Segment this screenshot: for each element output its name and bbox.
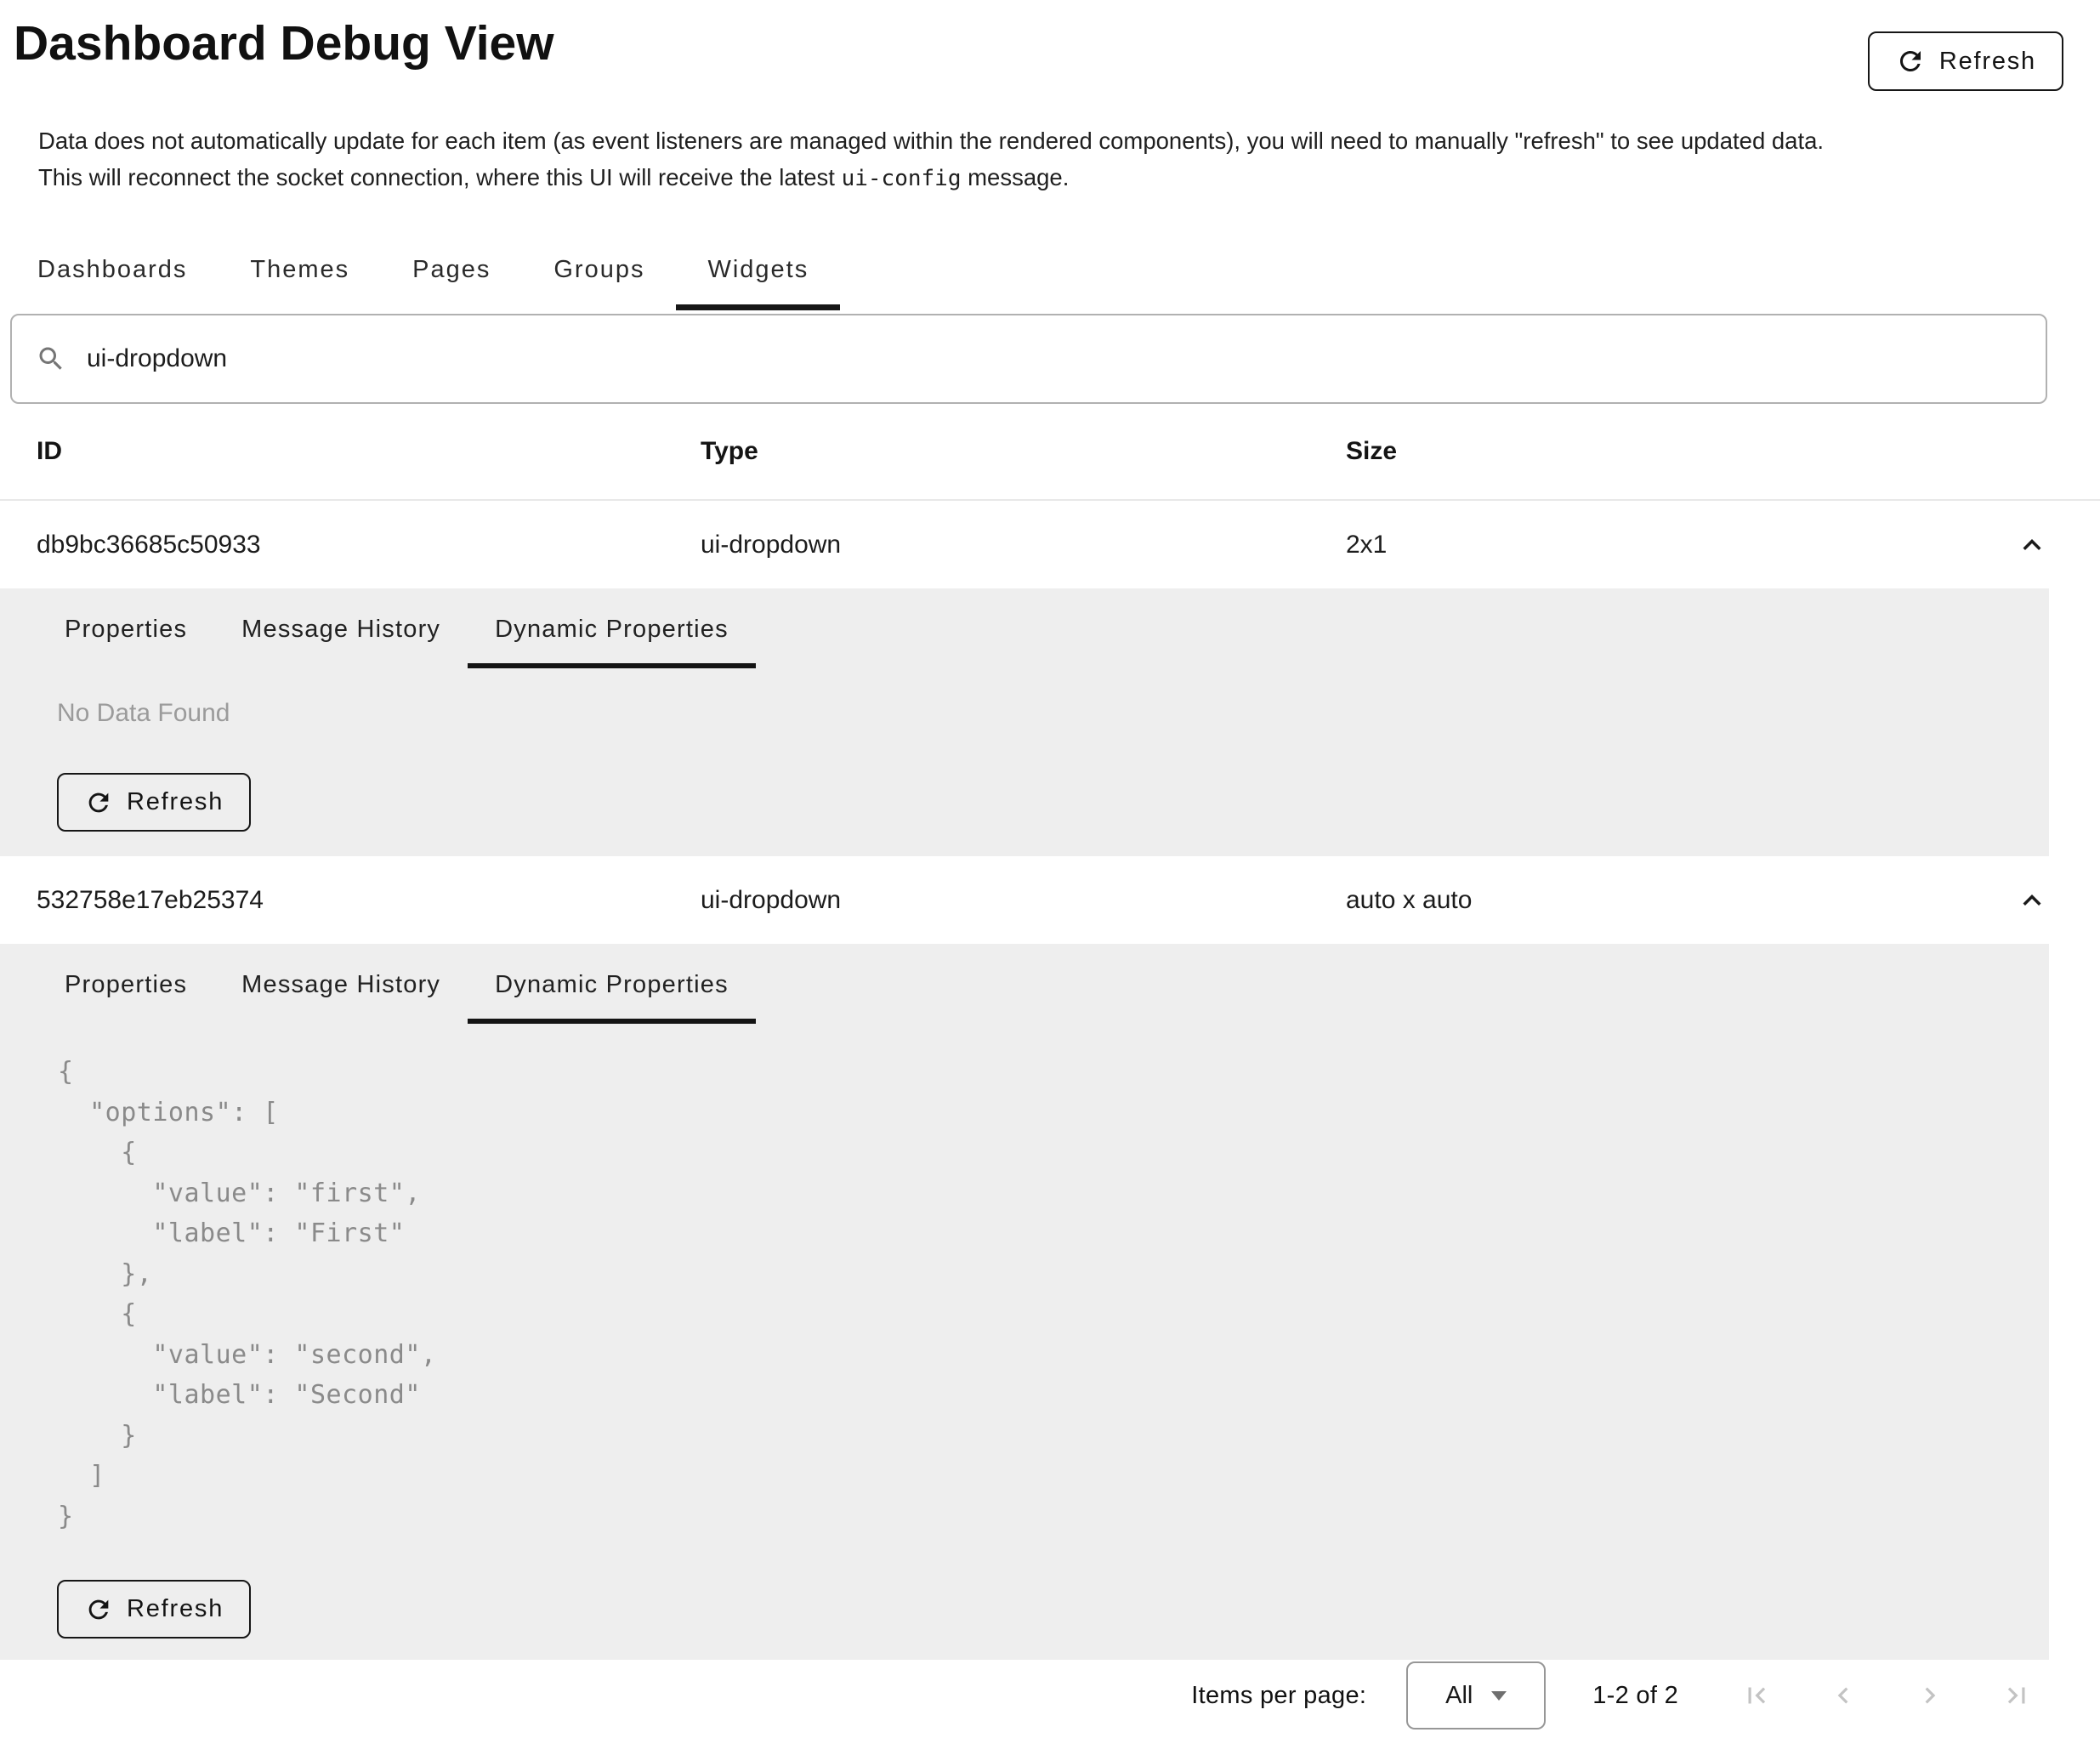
column-header-size: Size xyxy=(1346,437,1964,466)
chevron-up-icon xyxy=(2014,883,2050,918)
refresh-icon xyxy=(84,1595,113,1624)
row-1-collapse-button[interactable] xyxy=(2014,527,2050,563)
row-1-id: db9bc36685c50933 xyxy=(0,531,701,559)
page-title: Dashboard Debug View xyxy=(0,0,2100,71)
paginator: Items per page: All 1-2 of 2 xyxy=(0,1660,2100,1731)
items-per-page-label: Items per page: xyxy=(1191,1682,1366,1710)
description-line-2: This will reconnect the socket connectio… xyxy=(38,164,842,190)
last-page-button[interactable] xyxy=(1973,1661,2060,1729)
table-header: ID Type Size xyxy=(0,404,2100,501)
dropdown-arrow-icon xyxy=(1491,1691,1507,1701)
next-page-button[interactable] xyxy=(1887,1661,1973,1729)
dashboard-debug-page: Dashboard Debug View Refresh Data does n… xyxy=(0,0,2100,1755)
row-2-id: 532758e17eb25374 xyxy=(0,886,701,915)
row-2-type: ui-dropdown xyxy=(701,886,1346,915)
refresh-button-label: Refresh xyxy=(1939,48,2036,76)
row-2-refresh-button[interactable]: Refresh xyxy=(57,1580,251,1639)
tab-themes[interactable]: Themes xyxy=(219,231,381,308)
table-row-2[interactable]: 532758e17eb25374 ui-dropdown auto x auto xyxy=(0,856,2100,944)
chevron-left-icon xyxy=(1827,1679,1859,1712)
page-size-select[interactable]: All xyxy=(1406,1661,1546,1729)
table-row-1[interactable]: db9bc36685c50933 ui-dropdown 2x1 xyxy=(0,501,2100,588)
row-1-detail-tab-bar: Properties Message History Dynamic Prope… xyxy=(0,588,2049,670)
row-1-tab-message-history[interactable]: Message History xyxy=(214,588,468,670)
refresh-icon xyxy=(1895,46,1926,77)
description: Data does not automatically update for e… xyxy=(38,122,2100,197)
row-2-detail-panel: Properties Message History Dynamic Prope… xyxy=(0,944,2049,1660)
refresh-button-label: Refresh xyxy=(127,1595,224,1623)
page-size-value: All xyxy=(1445,1682,1473,1710)
row-1-tab-dynamic-properties[interactable]: Dynamic Properties xyxy=(468,588,756,670)
row-2-tab-message-history[interactable]: Message History xyxy=(214,944,468,1025)
refresh-button[interactable]: Refresh xyxy=(1868,31,2063,91)
tab-widgets[interactable]: Widgets xyxy=(676,231,840,308)
chevron-right-icon xyxy=(1914,1679,1946,1712)
row-1-tab-properties[interactable]: Properties xyxy=(37,588,214,670)
no-data-message: No Data Found xyxy=(57,699,2049,728)
refresh-button-label: Refresh xyxy=(127,788,224,816)
column-header-type: Type xyxy=(701,437,1346,466)
row-1-type: ui-dropdown xyxy=(701,531,1346,559)
row-1-size: 2x1 xyxy=(1346,531,1964,559)
tab-groups[interactable]: Groups xyxy=(522,231,676,308)
row-1-refresh-button[interactable]: Refresh xyxy=(57,773,251,832)
search-field xyxy=(10,314,2047,404)
row-2-tab-dynamic-properties[interactable]: Dynamic Properties xyxy=(468,944,756,1025)
search-icon xyxy=(36,344,66,374)
row-2-tab-properties[interactable]: Properties xyxy=(37,944,214,1025)
page-range-label: 1-2 of 2 xyxy=(1592,1682,1678,1710)
refresh-icon xyxy=(84,788,113,817)
tab-dashboards[interactable]: Dashboards xyxy=(6,231,219,308)
first-page-button[interactable] xyxy=(1713,1661,1800,1729)
row-1-detail-panel: Properties Message History Dynamic Prope… xyxy=(0,588,2049,856)
row-2-size: auto x auto xyxy=(1346,886,1964,915)
main-tab-bar: Dashboards Themes Pages Groups Widgets xyxy=(6,231,2100,308)
description-line-2-suffix: message. xyxy=(961,164,1069,190)
description-line-1: Data does not automatically update for e… xyxy=(38,128,1824,154)
previous-page-button[interactable] xyxy=(1800,1661,1887,1729)
row-2-collapse-button[interactable] xyxy=(2014,883,2050,918)
chevron-up-icon xyxy=(2014,527,2050,563)
pager-buttons xyxy=(1713,1661,2060,1729)
row-2-detail-tab-bar: Properties Message History Dynamic Prope… xyxy=(0,944,2049,1025)
search-input[interactable] xyxy=(85,344,2025,374)
first-page-icon xyxy=(1740,1679,1773,1712)
column-header-id: ID xyxy=(0,437,701,466)
dynamic-properties-json: { "options": [ { "value": "first", "labe… xyxy=(58,1052,2049,1536)
tab-pages[interactable]: Pages xyxy=(381,231,522,308)
ui-config-code: ui-config xyxy=(842,166,962,191)
last-page-icon xyxy=(2001,1679,2033,1712)
